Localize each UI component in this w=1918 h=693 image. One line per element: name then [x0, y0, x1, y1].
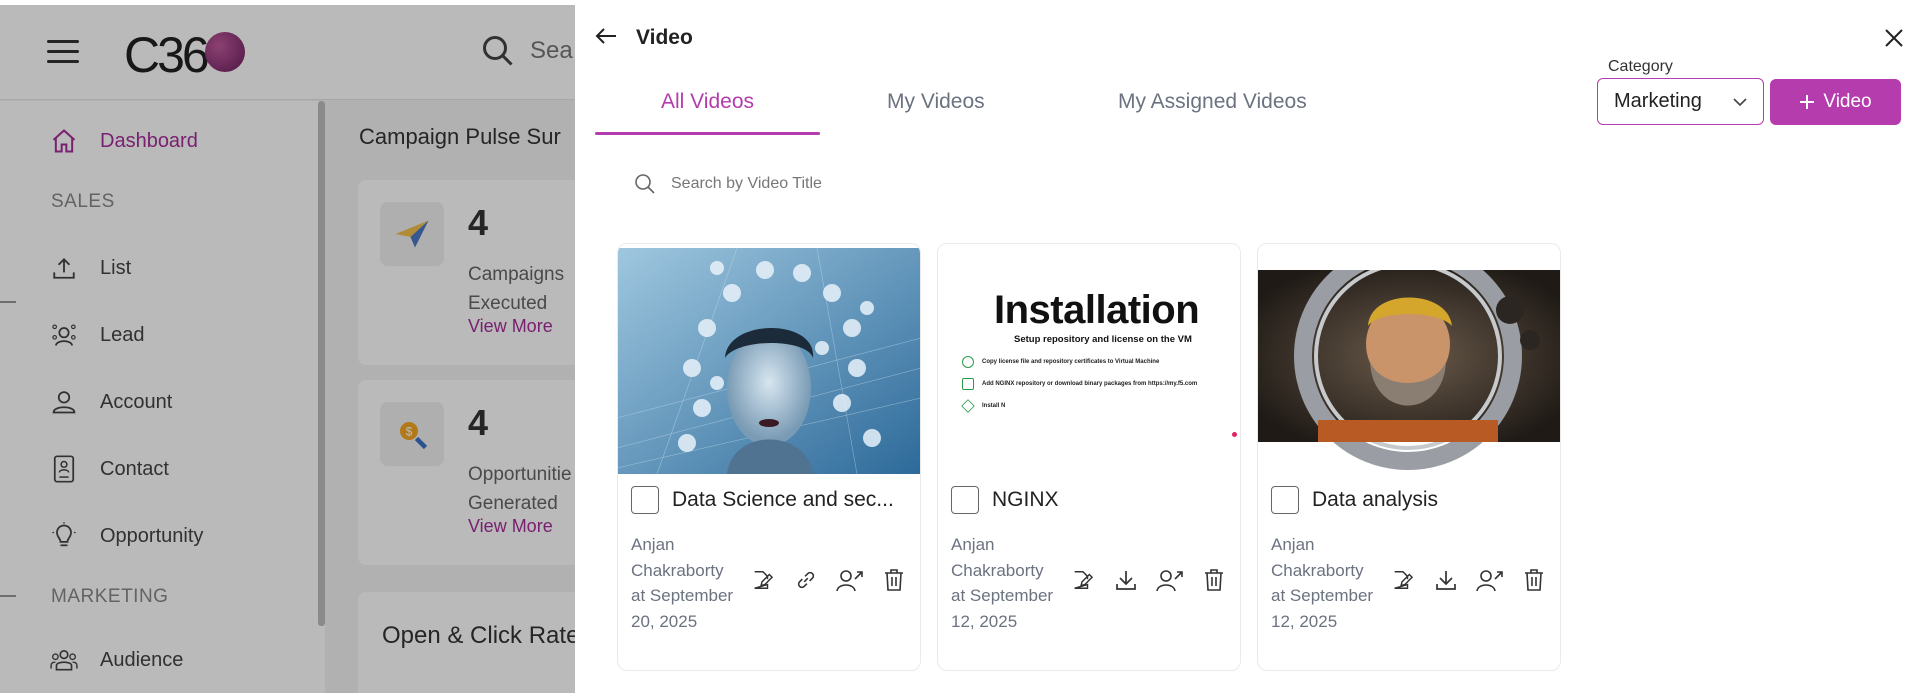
- delete-icon[interactable]: [880, 566, 908, 594]
- drawer-title: Video: [636, 26, 693, 49]
- video-date: at September 12, 2025: [951, 586, 1054, 631]
- video-date: at September 12, 2025: [1271, 586, 1374, 631]
- tab-my-assigned-videos[interactable]: My Assigned Videos: [1118, 90, 1307, 114]
- video-drawer: Video All Videos My Videos My Assigned V…: [575, 5, 1918, 693]
- video-card[interactable]: Data analysis Anjan Chakraborty at Septe…: [1257, 243, 1561, 671]
- category-label: Category: [1608, 58, 1673, 75]
- video-thumbnail[interactable]: Installation Setup repository and licens…: [938, 244, 1240, 474]
- tab-my-videos[interactable]: My Videos: [887, 90, 985, 114]
- delete-icon[interactable]: [1520, 566, 1548, 594]
- thumbnail-subheading: Setup repository and license on the VM: [1014, 334, 1192, 345]
- step-icon: [962, 356, 974, 368]
- edit-icon[interactable]: [1388, 566, 1416, 594]
- share-icon[interactable]: [1476, 566, 1504, 594]
- edit-icon[interactable]: [1068, 566, 1096, 594]
- step-icon: [961, 399, 975, 413]
- video-actions: [1388, 566, 1548, 594]
- step-icon: [962, 378, 974, 390]
- tab-all-videos[interactable]: All Videos: [661, 90, 754, 114]
- search-icon: [635, 174, 655, 194]
- video-search-input[interactable]: [671, 175, 1071, 193]
- edit-icon[interactable]: [748, 566, 776, 594]
- delete-icon[interactable]: [1200, 566, 1228, 594]
- video-title[interactable]: NGINX: [992, 488, 1059, 512]
- video-select-checkbox[interactable]: [951, 486, 979, 514]
- video-card[interactable]: Installation Setup repository and licens…: [937, 243, 1241, 671]
- video-title[interactable]: Data Science and sec...: [672, 488, 894, 512]
- add-video-button[interactable]: Video: [1770, 79, 1901, 125]
- video-select-checkbox[interactable]: [631, 486, 659, 514]
- video-meta: Anjan Chakraborty at September 12, 2025: [951, 532, 1061, 634]
- download-icon[interactable]: [1112, 566, 1140, 594]
- video-author: Anjan Chakraborty: [631, 535, 724, 580]
- category-select[interactable]: Marketing: [1597, 78, 1764, 125]
- video-title-row: NGINX: [951, 486, 1059, 514]
- video-author: Anjan Chakraborty: [1271, 535, 1364, 580]
- recording-dot: [1232, 432, 1237, 437]
- video-title-row: Data analysis: [1271, 486, 1438, 514]
- video-actions: [1068, 566, 1228, 594]
- share-icon[interactable]: [836, 566, 864, 594]
- share-icon[interactable]: [1156, 566, 1184, 594]
- chevron-down-icon: [1733, 98, 1747, 107]
- video-date: at September 20, 2025: [631, 586, 734, 631]
- thumbnail-heading: Installation: [994, 288, 1200, 332]
- download-icon[interactable]: [1432, 566, 1460, 594]
- video-search: [633, 172, 1071, 196]
- video-meta: Anjan Chakraborty at September 12, 2025: [1271, 532, 1381, 634]
- link-icon[interactable]: [792, 566, 820, 594]
- active-tab-indicator: [595, 132, 820, 135]
- thumbnail-step: Copy license file and repository certifi…: [962, 356, 1159, 368]
- video-title[interactable]: Data analysis: [1312, 488, 1438, 512]
- thumbnail-step: Install N: [961, 399, 1005, 413]
- video-actions: [748, 566, 908, 594]
- video-select-checkbox[interactable]: [1271, 486, 1299, 514]
- add-video-label: Video: [1823, 91, 1872, 112]
- video-thumbnail[interactable]: [617, 248, 921, 478]
- video-thumbnail[interactable]: [1258, 270, 1561, 500]
- plus-icon: [1800, 95, 1815, 109]
- category-value: Marketing: [1614, 90, 1702, 112]
- video-card[interactable]: Data Science and sec... Anjan Chakrabort…: [617, 243, 921, 671]
- video-meta: Anjan Chakraborty at September 20, 2025: [631, 532, 741, 634]
- close-icon[interactable]: [1879, 23, 1909, 53]
- video-author: Anjan Chakraborty: [951, 535, 1044, 580]
- thumbnail-step: Add NGINX repository or download binary …: [962, 378, 1197, 390]
- back-arrow-icon[interactable]: [591, 21, 621, 51]
- video-title-row: Data Science and sec...: [631, 486, 894, 514]
